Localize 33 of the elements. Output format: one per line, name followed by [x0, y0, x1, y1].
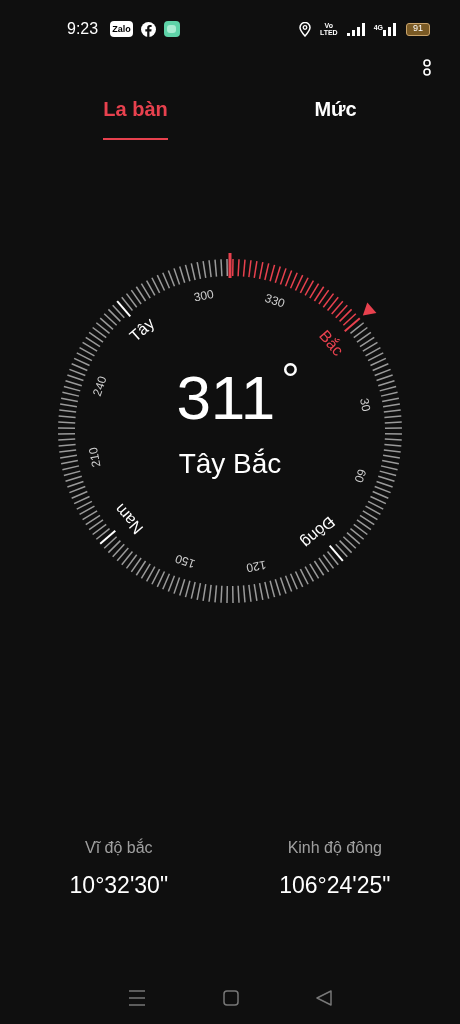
degree-label: 330	[263, 290, 287, 311]
status-time: 9:23	[67, 19, 99, 39]
degree-label: 300	[192, 286, 215, 305]
facebook-icon	[140, 21, 156, 37]
signal-icon	[383, 22, 397, 36]
chat-app-icon: Zalo	[110, 21, 133, 37]
coordinate-label: Vĩ độ bắc	[85, 837, 153, 858]
degree-label: 210	[85, 446, 104, 469]
back-icon[interactable]	[315, 990, 332, 1006]
menu-icon[interactable]	[128, 990, 147, 1006]
direction-label: Tây	[126, 314, 158, 345]
coordinate-value: 10°32'30"	[69, 871, 169, 900]
location-icon	[298, 21, 311, 37]
degree-label: 120	[245, 557, 268, 576]
degree-sign: °	[281, 357, 300, 403]
tab[interactable]: Mức	[314, 94, 357, 140]
direction-label: Bắc	[315, 326, 347, 359]
message-app-icon	[163, 21, 180, 37]
heading-direction: Tây Bắc	[178, 447, 282, 481]
degree-label: 30	[357, 396, 374, 413]
more-options-icon[interactable]	[422, 58, 432, 78]
battery-indicator: 91	[406, 22, 430, 36]
degree-label: 60	[351, 467, 370, 485]
signal-icon	[346, 22, 365, 36]
degree-label: 240	[89, 374, 110, 398]
tab[interactable]: La bàn	[103, 94, 168, 140]
coordinate-value: 106°24'25"	[279, 871, 391, 900]
coordinate-label: Kinh độ đông	[287, 838, 382, 858]
degree-label: 150	[173, 551, 197, 572]
heading-degrees: 311	[176, 367, 276, 429]
north-indicator-icon	[362, 302, 377, 316]
heading-marker	[228, 253, 232, 278]
home-icon[interactable]	[223, 990, 239, 1006]
